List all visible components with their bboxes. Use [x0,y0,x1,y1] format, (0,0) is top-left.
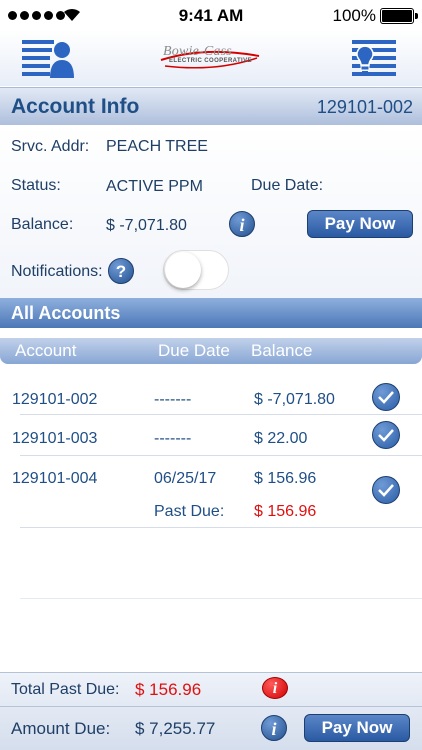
amount-due-label: Amount Due: [11,719,111,738]
row-balance: $ 22.00 [254,430,308,447]
balance-label: Balance: [11,216,74,233]
row-due-date: ------- [154,391,192,408]
row-due-date: ------- [154,430,192,447]
amount-due-info-icon[interactable]: i [261,715,287,741]
table-row[interactable]: 129101-002 ------- $ -7,071.80 [0,380,422,414]
row-balance: $ -7,071.80 [254,391,335,408]
accounts-table-header: Account Due Date Balance [0,338,422,364]
amount-due-value: $ 7,255.77 [135,719,216,738]
check-icon[interactable] [372,476,400,504]
row-divider [20,414,422,415]
row-past-due-value: $ 156.96 [254,503,317,520]
row-account: 129101-003 [12,430,98,447]
column-due-date: Due Date [158,341,230,360]
past-due-info-icon[interactable]: i [262,677,288,699]
row-balance: $ 156.96 [254,470,317,487]
bowie-cass-logo: Bowie-Cass ELECTRIC COOPERATIVE [155,44,267,74]
status-bar: 9:41 AM 100% [0,0,422,30]
notifications-label: Notifications: [11,263,103,280]
column-balance: Balance [251,341,313,360]
table-row[interactable]: 129101-003 ------- $ 22.00 [0,418,422,454]
due-date-label: Due Date: [251,177,324,194]
column-account: Account [15,341,77,360]
status-value: ACTIVE PPM [106,178,203,195]
all-accounts-title: All Accounts [11,303,121,323]
account-info-title: Account Info [11,95,140,118]
app-header: Bowie-Cass ELECTRIC COOPERATIVE [0,30,422,86]
battery-icon [380,8,418,24]
battery-percent: 100% [332,6,376,25]
footer-divider [0,706,422,707]
row-account: 129101-004 [12,470,98,487]
balance-info-icon[interactable]: i [229,211,255,237]
check-icon[interactable] [372,383,400,411]
row-account: 129101-002 [12,391,98,408]
notifications-help-icon[interactable]: ? [108,258,134,284]
total-past-due-label: Total Past Due: [11,681,120,698]
outage-report-icon[interactable] [348,38,400,78]
table-row[interactable]: 129101-004 06/25/17 $ 156.96 Past Due: $… [0,458,422,528]
account-number: 129101-002 [316,97,413,117]
check-icon[interactable] [372,421,400,449]
pay-now-button[interactable]: Pay Now [307,210,413,238]
row-divider [20,527,422,528]
account-info-header: Account Info 129101-002 [0,87,422,125]
row-divider [20,598,422,599]
row-past-due-label: Past Due: [154,503,225,520]
balance-value: $ -7,071.80 [106,217,187,234]
status-label: Status: [11,177,61,194]
toggle-knob [165,252,201,288]
row-divider [20,455,422,456]
row-due-date: 06/25/17 [154,470,217,487]
service-address-label: Srvc. Addr: [11,138,90,155]
all-accounts-header: All Accounts [0,298,422,328]
service-address-value: PEACH TREE [106,138,208,155]
footer-pay-now-button[interactable]: Pay Now [304,714,410,742]
logo-tagline: ELECTRIC COOPERATIVE [169,58,252,64]
total-past-due-value: $ 156.96 [135,680,202,699]
menu-icon[interactable] [22,38,74,78]
notifications-toggle[interactable] [163,250,229,290]
